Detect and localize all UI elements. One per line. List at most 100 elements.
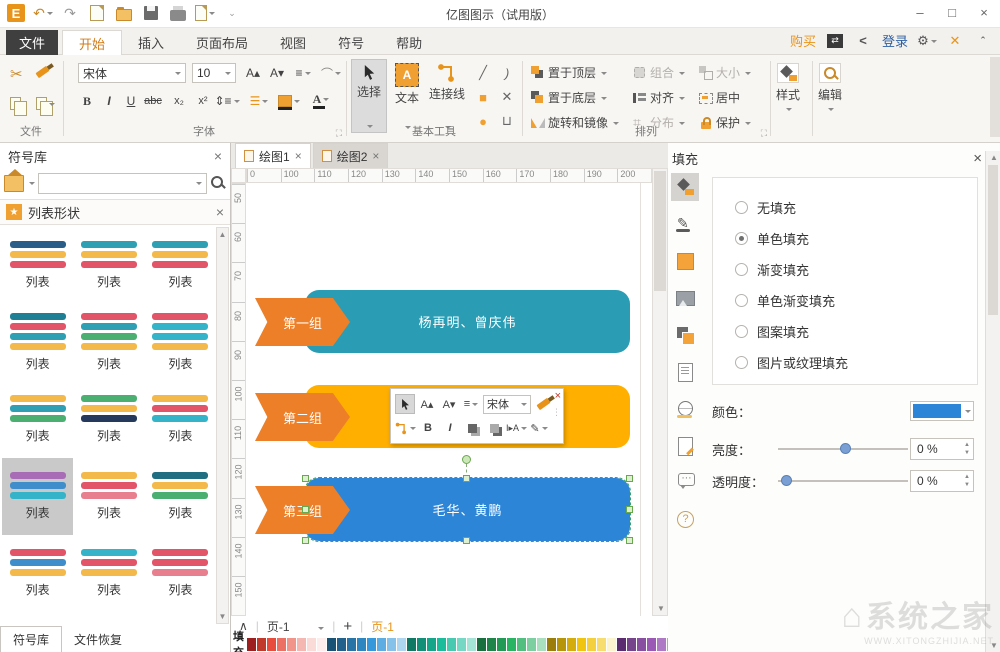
- line-tool-icon[interactable]: ╱: [479, 65, 487, 81]
- fill-option[interactable]: 单色填充: [735, 223, 977, 254]
- selection-handle[interactable]: [463, 537, 470, 544]
- line-style-tool[interactable]: [671, 210, 699, 238]
- library-item[interactable]: 列表: [73, 458, 144, 535]
- login-button[interactable]: 登录: [882, 31, 908, 50]
- palette-swatch[interactable]: [527, 638, 536, 651]
- palette-swatch[interactable]: [537, 638, 546, 651]
- library-item[interactable]: 列表: [73, 304, 144, 381]
- tab-开始[interactable]: 开始: [62, 30, 122, 55]
- bullet-list-icon[interactable]: ☰: [248, 91, 270, 111]
- list-item-shape[interactable]: 杨再明、曾庆伟: [305, 290, 630, 353]
- mini-grow-font-icon[interactable]: A▴: [417, 394, 437, 414]
- buy-button[interactable]: 购买: [790, 31, 816, 50]
- library-item[interactable]: 列表: [145, 304, 216, 381]
- library-item[interactable]: 列表: [2, 304, 73, 381]
- select-tool-button[interactable]: 选择: [351, 59, 387, 133]
- palette-swatch[interactable]: [597, 638, 606, 651]
- drawing-page[interactable]: 杨再明、曾庆伟 第一组 第二组 毛华、黄鹏 第三组: [246, 183, 652, 616]
- style-button[interactable]: 样式: [771, 59, 805, 135]
- palette-swatch[interactable]: [587, 638, 596, 651]
- add-page-button[interactable]: +: [343, 618, 352, 635]
- mini-send-backward-icon[interactable]: [484, 418, 504, 438]
- library-item[interactable]: 列表: [145, 535, 216, 612]
- fill-option[interactable]: 图片或纹理填充: [735, 347, 977, 378]
- text-arc-icon[interactable]: ⌒: [320, 63, 342, 83]
- font-size-select[interactable]: 10: [192, 63, 236, 83]
- doc-edit-tool[interactable]: [671, 432, 699, 460]
- fill-option[interactable]: 单色渐变填充: [735, 285, 977, 316]
- paste-icon[interactable]: [36, 97, 55, 110]
- arrange-item[interactable]: 居中: [699, 89, 761, 106]
- share-box-icon[interactable]: ⇄: [826, 33, 844, 49]
- tab-插入[interactable]: 插入: [122, 30, 180, 55]
- home-caret-icon[interactable]: [29, 182, 35, 188]
- pencil-tool-icon[interactable]: ✕: [502, 89, 513, 105]
- palette-swatch[interactable]: [327, 638, 336, 651]
- hyperlink-tool[interactable]: [671, 395, 699, 423]
- library-item[interactable]: 列表: [2, 535, 73, 612]
- line-spacing-icon[interactable]: ⇕≡: [216, 91, 238, 111]
- library-close-icon[interactable]: ×: [214, 148, 222, 164]
- selection-handle[interactable]: [302, 506, 309, 513]
- tab-file[interactable]: 文件: [6, 30, 58, 55]
- close-button[interactable]: ×: [968, 0, 1000, 24]
- text-tool-button[interactable]: A 文本: [389, 59, 425, 133]
- palette-swatch[interactable]: [337, 638, 346, 651]
- arrange-dialog-launcher[interactable]: ⛶: [761, 128, 767, 139]
- palette-swatch[interactable]: [427, 638, 436, 651]
- minimize-button[interactable]: –: [904, 0, 936, 24]
- mini-text-spacing-icon[interactable]: I▸A: [506, 418, 527, 438]
- grow-font-icon[interactable]: A▴: [242, 63, 264, 83]
- palette-swatch[interactable]: [257, 638, 266, 651]
- palette-swatch[interactable]: [417, 638, 426, 651]
- picture-tool[interactable]: [671, 284, 699, 312]
- page-dropdown[interactable]: 页-1: [267, 618, 324, 635]
- arrange-item[interactable]: 置于底层: [531, 89, 633, 106]
- align-icon[interactable]: ≡: [292, 63, 314, 83]
- fill-color-select[interactable]: [910, 401, 974, 421]
- italic-icon[interactable]: I: [98, 91, 120, 111]
- brightness-spinner[interactable]: 0 %▲▼: [910, 438, 974, 460]
- share-icon[interactable]: <: [854, 33, 872, 49]
- palette-swatch[interactable]: [477, 638, 486, 651]
- palette-swatch[interactable]: [517, 638, 526, 651]
- fill-option[interactable]: 无填充: [735, 192, 977, 223]
- selection-handle[interactable]: [302, 475, 309, 482]
- doc-tab-close-icon[interactable]: ×: [295, 149, 302, 163]
- shrink-font-icon[interactable]: A▾: [266, 63, 288, 83]
- underline-icon[interactable]: U: [120, 91, 142, 111]
- home-icon[interactable]: [4, 175, 24, 192]
- palette-swatch[interactable]: [397, 638, 406, 651]
- palette-swatch[interactable]: [627, 638, 636, 651]
- library-section-close-icon[interactable]: ×: [216, 204, 224, 220]
- bold-icon[interactable]: B: [76, 91, 98, 111]
- palette-swatch[interactable]: [447, 638, 456, 651]
- mini-connector-icon[interactable]: [395, 418, 416, 438]
- library-item[interactable]: 列表: [73, 381, 144, 458]
- palette-swatch[interactable]: [297, 638, 306, 651]
- library-search-input[interactable]: [38, 173, 207, 194]
- palette-swatch[interactable]: [557, 638, 566, 651]
- palette-swatch[interactable]: [317, 638, 326, 651]
- connector-tool-button[interactable]: 连接线: [427, 59, 467, 133]
- brightness-slider[interactable]: [778, 439, 908, 459]
- highlight-color-icon[interactable]: [278, 91, 300, 111]
- tab-页面布局[interactable]: 页面布局: [180, 30, 264, 55]
- palette-swatch[interactable]: [657, 638, 666, 651]
- strikethrough-icon[interactable]: abc: [142, 91, 164, 111]
- selection-handle[interactable]: [626, 537, 633, 544]
- library-item[interactable]: 列表: [2, 381, 73, 458]
- palette-swatch[interactable]: [277, 638, 286, 651]
- superscript-icon[interactable]: x²: [192, 91, 214, 111]
- selection-handle[interactable]: [302, 537, 309, 544]
- palette-swatch[interactable]: [357, 638, 366, 651]
- mini-shrink-font-icon[interactable]: A▾: [439, 394, 459, 414]
- search-icon[interactable]: [210, 175, 226, 191]
- selection-handle[interactable]: [626, 475, 633, 482]
- selection-handle[interactable]: [463, 475, 470, 482]
- palette-swatch[interactable]: [467, 638, 476, 651]
- palette-swatch[interactable]: [287, 638, 296, 651]
- rotation-handle[interactable]: [462, 455, 471, 464]
- tab-视图[interactable]: 视图: [264, 30, 322, 55]
- library-item[interactable]: 列表: [2, 458, 73, 535]
